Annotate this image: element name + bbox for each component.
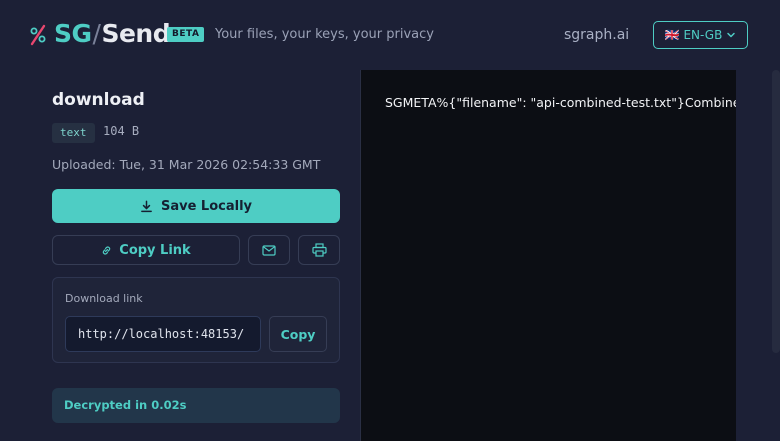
copy-link-label: Copy Link xyxy=(119,242,191,258)
file-content-viewer[interactable]: SGMETA%{"filename": "api-combined-test.t… xyxy=(360,70,736,441)
file-name: download xyxy=(52,90,145,110)
decryption-status: Decrypted in 0.02s xyxy=(52,388,340,423)
save-locally-label: Save Locally xyxy=(160,198,253,214)
download-link-label: Download link xyxy=(65,292,143,305)
app-header: SG/Send BETA Your files, your keys, your… xyxy=(0,0,780,70)
page-scrollbar[interactable] xyxy=(772,70,780,353)
email-link-button[interactable] xyxy=(248,235,290,265)
link-icon xyxy=(103,245,111,255)
brand-send: Send xyxy=(101,19,171,48)
mail-icon xyxy=(262,244,276,256)
language-label: 🇬🇧 EN-GB xyxy=(664,28,723,42)
download-link-card: Download link Copy xyxy=(52,277,340,363)
brand-slash: / xyxy=(92,19,101,48)
beta-badge: BETA xyxy=(167,27,205,42)
copy-download-link-button[interactable]: Copy xyxy=(269,316,327,352)
print-button[interactable] xyxy=(298,235,340,265)
file-type-badge: text xyxy=(52,123,95,143)
chevron-down-icon xyxy=(727,32,736,38)
site-link[interactable]: sgraph.ai xyxy=(564,25,629,45)
download-link-input[interactable] xyxy=(65,316,261,352)
tagline: Your files, your keys, your privacy xyxy=(215,27,434,42)
download-icon xyxy=(141,200,152,212)
brand-wordmark[interactable]: SG/Send xyxy=(54,18,171,50)
printer-icon xyxy=(311,243,327,257)
file-content-text: SGMETA%{"filename": "api-combined-test.t… xyxy=(385,95,736,110)
upload-timestamp: Uploaded: Tue, 31 Mar 2026 02:54:33 GMT xyxy=(52,157,321,172)
save-locally-button[interactable]: Save Locally xyxy=(52,189,340,223)
copy-link-button[interactable]: Copy Link xyxy=(52,235,240,265)
language-selector[interactable]: 🇬🇧 EN-GB xyxy=(653,21,748,49)
brand-sg: SG xyxy=(54,19,92,48)
sgraph-logo-icon xyxy=(30,24,46,46)
file-size: 104 B xyxy=(103,124,140,138)
